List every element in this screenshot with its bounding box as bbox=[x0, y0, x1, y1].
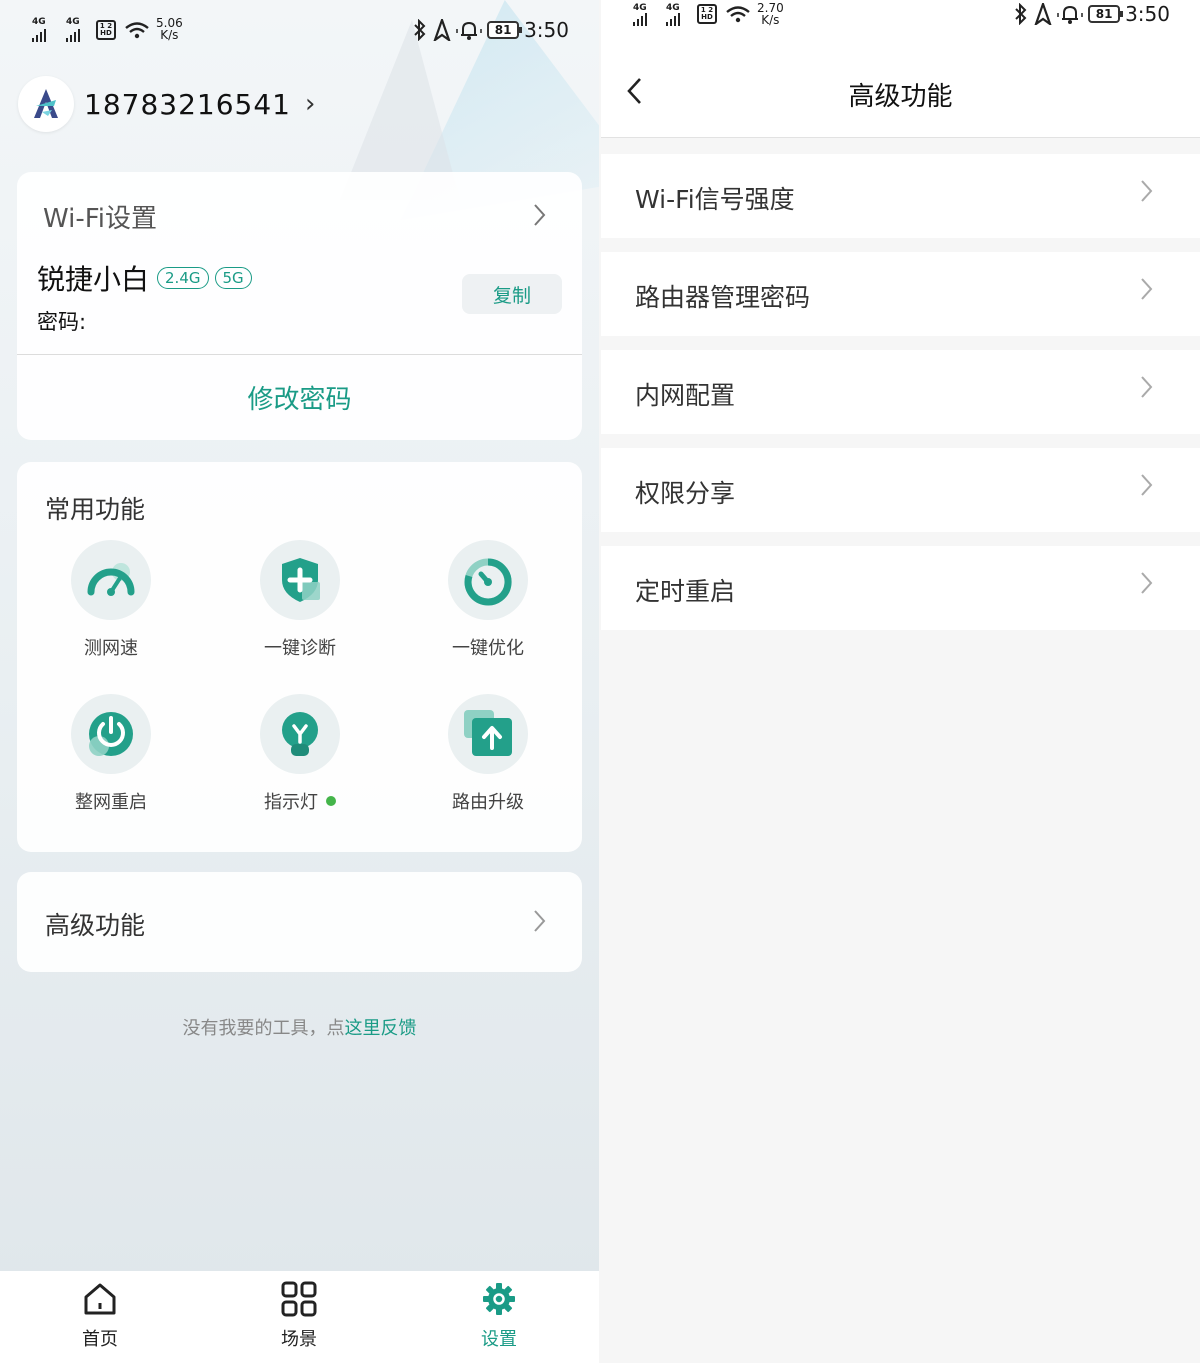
function-label: 指示灯 bbox=[264, 792, 318, 813]
chevron-right-icon[interactable] bbox=[531, 202, 549, 228]
menu-item-router-admin-password[interactable]: 路由器管理密码 bbox=[601, 252, 1200, 336]
advanced-functions-entry[interactable]: 高级功能 bbox=[17, 872, 582, 972]
hd-icon: 1 2 HD bbox=[697, 4, 717, 24]
signal-icon bbox=[666, 12, 680, 26]
function-speed-test[interactable]: 测网速 bbox=[31, 540, 191, 660]
change-password-button[interactable]: 修改密码 bbox=[17, 354, 582, 440]
right-screen: 4G 4G 1 2 HD 2.70 K/s 81 3:50 高级功能 Wi-Fi信号… bbox=[601, 0, 1200, 1363]
menu-item-label: Wi-Fi信号强度 bbox=[635, 185, 795, 214]
wifi-icon bbox=[125, 22, 149, 39]
bell-icon bbox=[1057, 5, 1083, 24]
wifi-ssid: 锐捷小白 bbox=[37, 263, 150, 296]
battery-indicator: 81 bbox=[1088, 5, 1124, 23]
bluetooth-icon bbox=[414, 19, 426, 41]
function-label: 一键诊断 bbox=[264, 638, 336, 659]
signal-label: 4G bbox=[66, 17, 80, 27]
shield-plus-icon bbox=[260, 540, 340, 620]
network-speed: 5.06 K/s bbox=[156, 16, 183, 42]
phone-number: 18783216541 bbox=[84, 87, 291, 121]
bulb-icon bbox=[260, 694, 340, 774]
chevron-right-icon bbox=[1141, 180, 1153, 202]
upload-icon bbox=[448, 694, 528, 774]
signal-label: 4G bbox=[32, 17, 46, 27]
menu-item-scheduled-restart[interactable]: 定时重启 bbox=[601, 546, 1200, 630]
feedback-text: 没有我要的工具，点这里反馈 bbox=[182, 1018, 417, 1039]
tab-label: 场景 bbox=[281, 1329, 317, 1350]
gear-icon bbox=[483, 1283, 515, 1315]
app-logo-icon bbox=[34, 89, 58, 118]
status-bar: 4G 4G 1 2 HD 5.06 K/s 81 3:50 bbox=[0, 14, 599, 54]
battery-indicator: 81 bbox=[487, 21, 523, 39]
home-icon bbox=[84, 1283, 116, 1315]
menu-item-wifi-signal-strength[interactable]: Wi-Fi信号强度 bbox=[601, 154, 1200, 238]
bluetooth-icon bbox=[1015, 3, 1027, 25]
ssid-row: 锐捷小白 2.4G 5G bbox=[37, 258, 252, 298]
page-title: 高级功能 bbox=[848, 82, 953, 112]
chevron-right-icon bbox=[1141, 376, 1153, 398]
function-router-upgrade[interactable]: 路由升级 bbox=[408, 694, 568, 814]
function-label: 路由升级 bbox=[452, 792, 524, 813]
navigation-icon bbox=[433, 19, 451, 41]
chevron-right-icon bbox=[1141, 572, 1153, 594]
tab-scenes[interactable]: 场景 bbox=[239, 1281, 359, 1351]
function-optimize[interactable]: 一键优化 bbox=[408, 540, 568, 660]
signal-icon bbox=[32, 28, 46, 42]
common-functions-title: 常用功能 bbox=[45, 495, 146, 524]
status-bar: 4G 4G 1 2 HD 2.70 K/s 81 3:50 bbox=[601, 0, 1200, 48]
common-functions-card: 常用功能 测网速 一键诊断 一键优化 整网重启 指示灯 路由升级 bbox=[17, 462, 582, 852]
bottom-tab-bar: 首页 场景 设置 bbox=[0, 1271, 599, 1363]
signal-icon bbox=[633, 12, 647, 26]
status-time: 3:50 bbox=[524, 18, 569, 42]
function-network-restart[interactable]: 整网重启 bbox=[31, 694, 191, 814]
tab-label: 设置 bbox=[481, 1329, 517, 1350]
signal-icon bbox=[66, 28, 80, 42]
wifi-icon bbox=[726, 6, 750, 23]
menu-item-permission-sharing[interactable]: 权限分享 bbox=[601, 448, 1200, 532]
timer-icon bbox=[448, 540, 528, 620]
left-screen: 4G 4G 1 2 HD 5.06 K/s 81 3:50 1878321654… bbox=[0, 0, 599, 1363]
menu-item-label: 内网配置 bbox=[635, 381, 736, 410]
menu-item-label: 路由器管理密码 bbox=[635, 283, 811, 312]
menu-item-lan-config[interactable]: 内网配置 bbox=[601, 350, 1200, 434]
avatar[interactable] bbox=[18, 76, 74, 132]
tab-label: 首页 bbox=[82, 1329, 118, 1350]
feedback-link[interactable]: 这里反馈 bbox=[345, 1018, 417, 1039]
band-badge-5g: 5G bbox=[214, 267, 252, 289]
advanced-functions-title: 高级功能 bbox=[45, 911, 146, 940]
function-label: 一键优化 bbox=[452, 638, 524, 659]
speedometer-icon bbox=[71, 540, 151, 620]
network-speed: 2.70 K/s bbox=[757, 1, 784, 27]
tab-settings[interactable]: 设置 bbox=[439, 1281, 559, 1351]
chevron-right-icon bbox=[1141, 474, 1153, 496]
navigation-bar: 高级功能 bbox=[601, 48, 1200, 138]
hd-icon: 1 2 HD bbox=[96, 20, 116, 40]
power-icon bbox=[71, 694, 151, 774]
chevron-right-icon bbox=[534, 910, 546, 932]
wifi-settings-card: Wi-Fi设置 锐捷小白 2.4G 5G 密码: 复制 修改密码 bbox=[17, 172, 582, 440]
menu-item-label: 定时重启 bbox=[635, 577, 736, 606]
wifi-settings-title[interactable]: Wi-Fi设置 bbox=[43, 198, 157, 235]
band-badge-2g: 2.4G bbox=[157, 267, 209, 289]
tab-home[interactable]: 首页 bbox=[40, 1281, 160, 1351]
chevron-right-icon bbox=[1141, 278, 1153, 300]
status-right: 81 3:50 bbox=[1013, 2, 1170, 26]
bell-icon bbox=[456, 21, 482, 40]
status-dot bbox=[326, 796, 336, 806]
password-label: 密码: bbox=[37, 310, 87, 334]
function-label: 整网重启 bbox=[75, 792, 147, 813]
profile-row[interactable]: 18783216541 › bbox=[18, 76, 315, 132]
navigation-icon bbox=[1034, 3, 1052, 25]
status-time: 3:50 bbox=[1125, 2, 1170, 26]
function-indicator-light[interactable]: 指示灯 bbox=[220, 694, 380, 814]
status-right: 81 3:50 bbox=[412, 18, 569, 42]
menu-item-label: 权限分享 bbox=[635, 479, 736, 508]
grid-icon bbox=[281, 1281, 317, 1317]
chevron-right-icon: › bbox=[304, 89, 316, 119]
function-diagnosis[interactable]: 一键诊断 bbox=[220, 540, 380, 660]
copy-button[interactable]: 复制 bbox=[462, 274, 562, 314]
function-label: 测网速 bbox=[84, 638, 138, 659]
